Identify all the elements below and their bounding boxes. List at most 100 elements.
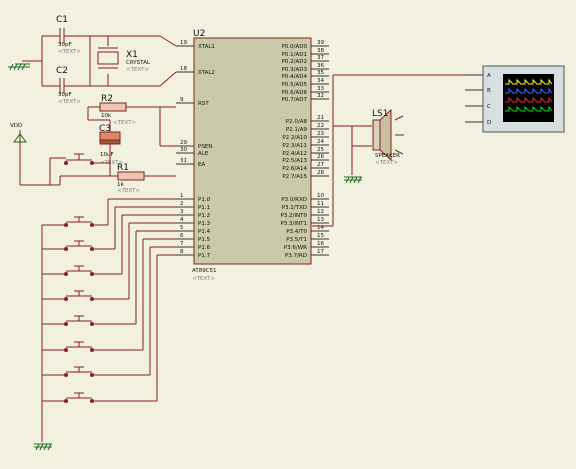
- u2-text: <TEXT>: [192, 276, 215, 282]
- u2-pin-number: 35: [317, 70, 324, 76]
- scope-channel-label: C: [487, 104, 491, 110]
- u2-pin-label: P0.5/AD5: [282, 82, 308, 88]
- u2-pin-number: 1: [180, 193, 184, 199]
- port1-button[interactable]: [42, 254, 176, 403]
- u2-pin-number: 16: [317, 241, 324, 247]
- c2-ref: C2: [56, 66, 68, 76]
- crystal-x1[interactable]: X1 CRYSTAL <TEXT>: [89, 35, 151, 87]
- wire-xtal2: [159, 71, 177, 87]
- u2-pin-label: P1.3: [198, 221, 211, 227]
- u2-pin-number: 6: [180, 233, 184, 239]
- u2-pin-label: P3.4/T0: [286, 229, 307, 235]
- u2-pin-label: P3.5/T1: [286, 237, 307, 243]
- vdd-terminal[interactable]: VDD: [10, 123, 27, 185]
- u2-pin-number: 3: [180, 209, 184, 215]
- u2-pin-label: P0.4/AD4: [282, 74, 308, 80]
- port1-button[interactable]: [42, 214, 176, 276]
- scope-channel-b[interactable]: B: [465, 88, 491, 94]
- reset-button[interactable]: [50, 153, 94, 165]
- u2-pin-number: 19: [180, 40, 187, 46]
- scope-channel-c[interactable]: C: [465, 104, 491, 110]
- u2-pin-number: 36: [317, 63, 324, 69]
- vdd-label: VDD: [10, 123, 22, 129]
- port1-button[interactable]: [42, 238, 176, 352]
- scope-channel-a[interactable]: A: [465, 73, 491, 79]
- u2-pin-number: 8: [180, 249, 184, 255]
- port1-button[interactable]: [42, 230, 176, 326]
- scope-channel-label: D: [487, 120, 491, 126]
- u2-pin-label: P2.5/A13: [282, 158, 307, 164]
- port1-button[interactable]: [42, 246, 176, 377]
- u2-pin-number: 11: [317, 201, 324, 207]
- u2-pin-label: P0.2/AD2: [282, 59, 307, 65]
- u2-ref: U2: [193, 29, 205, 39]
- r2-value: 10k: [101, 113, 112, 119]
- u2-pin-label: PSEN: [198, 144, 212, 150]
- u2-pin-label: P0.3/AD3: [282, 67, 308, 73]
- u2-pin-label: P0.6/AD6: [282, 90, 308, 96]
- port1-buttons: [42, 198, 176, 403]
- capacitor-c2[interactable]: C2 30pF <TEXT>: [42, 66, 90, 105]
- u2-pin-label: P1.6: [198, 245, 211, 251]
- u2-pin-label: P3.3/INT1: [280, 221, 307, 227]
- r2-ref: R2: [101, 94, 113, 104]
- c3-value: 10uF: [100, 152, 114, 158]
- u2-pin-label: XTAL2: [198, 70, 215, 76]
- u2-pin-number: 7: [180, 241, 184, 247]
- u2-pin-number: 33: [317, 86, 324, 92]
- u2-pin-number: 34: [317, 78, 324, 84]
- u2-pin-number: 39: [317, 40, 324, 46]
- u2-pin-number: 27: [317, 162, 324, 168]
- ground-symbol-top-left: [8, 60, 42, 71]
- ground-symbol-bottom-left: [34, 225, 52, 451]
- u2-pin-label: P1.1: [198, 205, 210, 211]
- u2-pin-label: EA: [198, 162, 205, 168]
- u2-microcontroller[interactable]: U2 AT89C51 <TEXT> 19XTAL118XTAL29RST29PS…: [176, 29, 329, 282]
- u2-pin-number: 21: [317, 115, 324, 121]
- u2-pin-number: 12: [317, 209, 324, 215]
- u2-pin-label: P2.1/A9: [286, 127, 308, 133]
- u2-pin-number: 10: [317, 193, 324, 199]
- port1-button[interactable]: [42, 206, 176, 251]
- u2-pin-label: P2.6/A14: [282, 166, 307, 172]
- x1-text: <TEXT>: [126, 67, 149, 73]
- port1-button[interactable]: [42, 222, 176, 301]
- scope-channel-label: A: [487, 73, 491, 79]
- x1-value: CRYSTAL: [126, 60, 151, 66]
- u2-part: AT89C51: [192, 268, 217, 274]
- u2-pin-number: 22: [317, 123, 324, 129]
- u2-pin-number: 2: [180, 201, 184, 207]
- r1-text: <TEXT>: [117, 188, 140, 194]
- u2-pin-label: P3.0/RXD: [281, 197, 307, 203]
- x1-ref: X1: [126, 50, 138, 60]
- u2-pin-number: 38: [317, 48, 324, 54]
- resistor-r2[interactable]: R2 10k <TEXT>: [88, 94, 176, 126]
- u2-pin-number: 18: [180, 66, 187, 72]
- u2-pin-label: P1.2: [198, 213, 210, 219]
- u2-pin-label: XTAL1: [198, 44, 215, 50]
- u2-pin-number: 24: [317, 139, 324, 145]
- capacitor-c3[interactable]: C3 10uF <TEXT>: [99, 124, 123, 166]
- u2-pin-number: 5: [180, 225, 184, 231]
- capacitor-c1[interactable]: C1 30pF <TEXT>: [42, 15, 90, 55]
- u2-pin-number: 29: [180, 140, 187, 146]
- schematic-svg: C1 30pF <TEXT> C2 30pF <TEXT> X1 CRYSTAL…: [8, 15, 565, 451]
- u2-pin-label: P2.2/A10: [282, 135, 307, 141]
- u2-pin-label: P1.0: [198, 197, 211, 203]
- u2-pin-label: P0.0/AD0: [282, 44, 308, 50]
- u2-pin-label: ALE: [198, 151, 209, 157]
- u2-pin-label: P0.7/AD7: [282, 97, 308, 103]
- oscilloscope[interactable]: A B C D: [465, 65, 565, 133]
- ls1-ref: LS1: [372, 109, 388, 119]
- c2-value: 30pF: [58, 92, 72, 98]
- u2-pin-number: 4: [180, 217, 184, 223]
- wire-xtal1: [159, 35, 177, 47]
- u2-pin-number: 23: [317, 131, 324, 137]
- u2-pin-number: 17: [317, 249, 324, 255]
- scope-channel-d[interactable]: D: [465, 120, 491, 126]
- ls1-text: <TEXT>: [375, 160, 398, 166]
- u2-pin-number: 15: [317, 233, 324, 239]
- u2-pin-label: P2.3/A11: [282, 143, 307, 149]
- schematic-canvas[interactable]: C1 30pF <TEXT> C2 30pF <TEXT> X1 CRYSTAL…: [0, 0, 576, 469]
- u2-pin-number: 32: [317, 93, 324, 99]
